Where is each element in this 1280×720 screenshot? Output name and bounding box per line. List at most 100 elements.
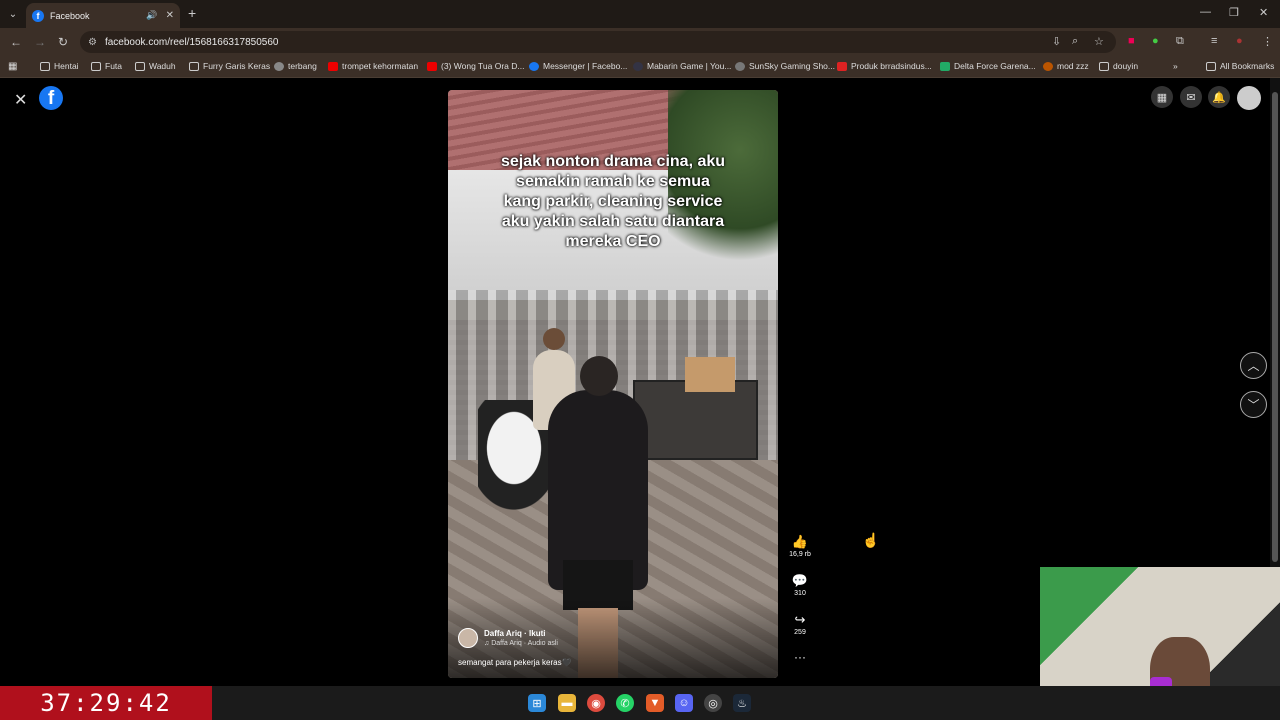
folder-icon: [135, 61, 145, 71]
chevron-up-icon: ︿: [1247, 359, 1260, 373]
tab-close-icon[interactable]: ✕: [166, 10, 174, 21]
apps-grid-icon[interactable]: ▦: [8, 61, 17, 72]
follow-link[interactable]: · Ikuti: [524, 629, 545, 638]
bookmark-item[interactable]: Mabarin Game | You...: [633, 61, 731, 71]
window-close-icon[interactable]: ✕: [1259, 6, 1268, 19]
site-icon: [274, 61, 284, 71]
profile-avatar-icon[interactable]: ●: [1236, 35, 1243, 47]
close-reel-icon[interactable]: ✕: [14, 90, 27, 110]
like-count: 16,9 rb: [789, 551, 811, 558]
person-head: [543, 328, 565, 350]
restore-icon[interactable]: ❐: [1229, 6, 1239, 19]
bookmark-item[interactable]: trompet kehormatan: [328, 61, 418, 71]
tab-search-chevron-icon[interactable]: ⌄: [4, 6, 22, 22]
forward-icon[interactable]: →: [34, 35, 46, 49]
tab-strip: ⌄ f Facebook 🔊 ✕ + — ❐ ✕: [0, 0, 1280, 28]
shop-icon: [837, 61, 847, 71]
comment-count: 310: [794, 590, 806, 597]
folder-icon: [189, 61, 199, 71]
whatsapp-icon[interactable]: ✆: [616, 694, 634, 712]
extensions-puzzle-icon[interactable]: ⧉: [1176, 35, 1184, 48]
extension-icon[interactable]: ●: [1152, 35, 1159, 47]
hand-cursor-icon: ☝: [862, 532, 880, 548]
bookmark-item[interactable]: Produk brradsindus...: [837, 61, 932, 71]
folder-icon: [91, 61, 101, 71]
chevron-down-icon: ﹀: [1247, 398, 1260, 412]
notifications-bell-icon[interactable]: 🔔: [1208, 86, 1230, 108]
windows-start-icon[interactable]: ⊞: [528, 694, 546, 712]
bookmark-item[interactable]: Futa: [91, 61, 122, 71]
bookmarks-overflow-button[interactable]: »: [1173, 61, 1178, 71]
tab-title: Facebook: [50, 10, 90, 21]
bookmark-item[interactable]: douyin: [1099, 61, 1138, 71]
bookmark-item[interactable]: Delta Force Garena...: [940, 61, 1036, 71]
speaker-icon[interactable]: 🔊: [146, 10, 157, 21]
next-reel-button[interactable]: ﹀: [1240, 391, 1267, 418]
bookmark-item[interactable]: Hentai: [40, 61, 79, 71]
all-bookmarks-button[interactable]: All Bookmarks: [1206, 61, 1274, 71]
address-bar[interactable]: ⚙ facebook.com/reel/1568166317850560 ⇩ ⌕…: [80, 31, 1116, 53]
browser-menu-icon[interactable]: ⋮: [1262, 35, 1273, 48]
previous-reel-button[interactable]: ︿: [1240, 352, 1267, 379]
site-info-icon[interactable]: ⚙: [88, 37, 97, 48]
reel-caption-text: sejak nonton drama cina, aku semakin ram…: [500, 153, 726, 250]
like-button[interactable]: 👍 16,9 rb: [788, 534, 812, 558]
game-icon: [940, 61, 950, 71]
discord-icon[interactable]: ☺: [675, 694, 693, 712]
share-count: 259: [794, 629, 806, 636]
brave-icon[interactable]: ▼: [646, 694, 664, 712]
cart-box: [685, 357, 735, 392]
messenger-icon[interactable]: ✉: [1180, 86, 1202, 108]
bookmark-item[interactable]: terbang: [274, 61, 317, 71]
bookmark-item[interactable]: SunSky Gaming Sho...: [735, 61, 835, 71]
audio-label[interactable]: ♫ Daffa Ariq · Audio asli: [484, 640, 558, 647]
more-options-button[interactable]: ···: [788, 650, 812, 664]
author-avatar[interactable]: [458, 628, 478, 648]
share-button[interactable]: ↪ 259: [788, 612, 812, 636]
site-icon: [735, 61, 745, 71]
author-name[interactable]: Daffa Ariq: [484, 629, 522, 638]
bookmark-item[interactable]: Furry Garis Keras: [189, 61, 270, 71]
media-control-icon[interactable]: ≡: [1211, 35, 1217, 47]
facebook-icon: [529, 61, 539, 71]
comment-button[interactable]: 💬 310: [788, 573, 812, 597]
chrome-icon[interactable]: ◉: [587, 694, 605, 712]
zoom-icon[interactable]: ⌕: [1072, 35, 1078, 48]
share-arrow-icon: ↪: [794, 612, 806, 627]
scrollbar-thumb[interactable]: [1272, 92, 1278, 562]
reel-description: semangat para pekerja keras🖤: [458, 658, 572, 667]
reload-icon[interactable]: ↻: [58, 35, 68, 49]
obs-icon[interactable]: ◎: [704, 694, 722, 712]
stream-timer: 37:29:42: [0, 686, 212, 720]
folder-icon: [40, 61, 50, 71]
url-text: facebook.com/reel/1568166317850560: [104, 36, 279, 48]
youtube-icon: [328, 61, 338, 71]
menu-grid-icon[interactable]: ▦: [1151, 86, 1173, 108]
folder-icon: [1206, 61, 1216, 71]
install-app-icon[interactable]: ⇩: [1052, 35, 1061, 48]
person-head: [580, 356, 618, 396]
cart: [633, 357, 758, 460]
minimize-icon[interactable]: —: [1200, 6, 1211, 18]
facebook-logo-icon[interactable]: f: [39, 86, 63, 110]
reel-video[interactable]: sejak nonton drama cina, aku semakin ram…: [448, 90, 778, 678]
thumbs-up-icon: 👍: [791, 534, 809, 549]
site-icon: [633, 61, 643, 71]
steam-icon[interactable]: ♨: [733, 694, 751, 712]
bookmark-item[interactable]: Waduh: [135, 61, 176, 71]
site-icon: [1043, 61, 1053, 71]
back-icon[interactable]: ←: [10, 35, 22, 49]
comment-bubble-icon: 💬: [791, 573, 809, 588]
bookmark-item[interactable]: Messenger | Facebo...: [529, 61, 627, 71]
bookmarks-bar: ▦ Hentai Futa Waduh Furry Garis Keras te…: [0, 56, 1280, 78]
bookmark-item[interactable]: (3) Wong Tua Ora D...: [427, 61, 524, 71]
tab-facebook[interactable]: f Facebook 🔊 ✕: [26, 3, 180, 28]
extension-icon[interactable]: ■: [1128, 35, 1135, 47]
bookmark-star-icon[interactable]: ☆: [1094, 35, 1104, 48]
file-explorer-icon[interactable]: ▬: [558, 694, 576, 712]
walking-man: [548, 356, 648, 678]
browser-toolbar: ← → ↻ ⚙ facebook.com/reel/15681663178505…: [0, 28, 1280, 56]
new-tab-button[interactable]: +: [188, 5, 196, 21]
bookmark-item[interactable]: mod zzz: [1043, 61, 1089, 71]
account-avatar[interactable]: [1237, 86, 1261, 110]
